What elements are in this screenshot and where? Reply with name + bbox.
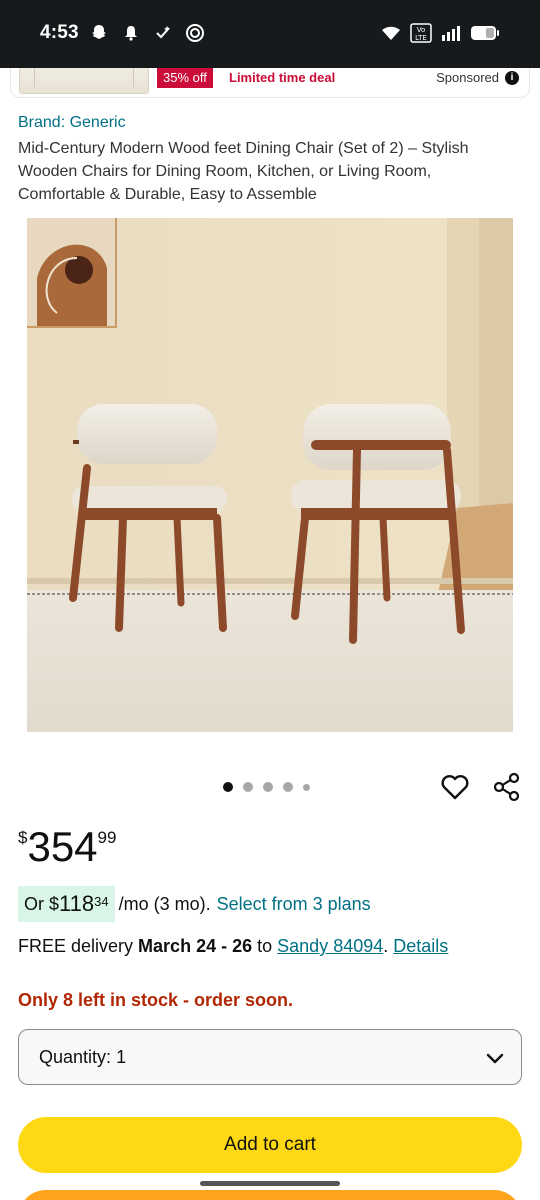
status-time: 4:53 <box>40 22 79 43</box>
sponsored-label[interactable]: Sponsored i <box>436 68 519 88</box>
snapchat-icon <box>88 22 110 44</box>
battery-icon <box>470 22 500 44</box>
product-price: $ 354 99 <box>18 824 116 870</box>
buy-now-button[interactable] <box>18 1190 522 1200</box>
svg-text:LTE: LTE <box>415 34 427 42</box>
installment-fraction: 34 <box>94 894 109 909</box>
delivery-prefix: FREE delivery <box>18 936 134 956</box>
select-plans-link[interactable]: Select from 3 plans <box>217 894 371 915</box>
bell-icon <box>120 22 142 44</box>
price-fraction: 99 <box>97 828 117 847</box>
delivery-row: FREE delivery March 24 - 26 to Sandy 840… <box>18 936 448 957</box>
quantity-label: Quantity: <box>39 1046 112 1067</box>
deal-label: Limited time deal <box>229 70 336 85</box>
home-indicator[interactable] <box>200 1181 340 1186</box>
quantity-value: 1 <box>116 1046 127 1067</box>
info-icon[interactable]: i <box>505 71 519 85</box>
installment-prefix: Or <box>24 893 44 914</box>
delivery-period: . <box>383 936 389 956</box>
cell-signal-icon <box>440 22 462 44</box>
installment-row: Or $118 34 /mo (3 mo). Select from 3 plan… <box>18 886 371 922</box>
delivery-location-link[interactable]: Sandy 84094 <box>277 936 383 956</box>
sponsored-text: Sponsored <box>436 70 499 85</box>
quantity-dropdown[interactable]: Quantity: 1 <box>18 1029 522 1085</box>
stock-message: Only 8 left in stock - order soon. <box>18 990 294 1010</box>
image-carousel-dots[interactable] <box>223 782 310 792</box>
discount-badge: 35% off <box>157 68 213 88</box>
add-to-cart-button[interactable]: Add to cart <box>18 1117 522 1173</box>
chevron-down-icon <box>486 1053 504 1064</box>
svg-text:Vo: Vo <box>417 26 426 34</box>
installment-amount: Or $118 34 <box>18 886 115 922</box>
sponsored-ad-thumbnail[interactable] <box>19 68 149 94</box>
volte-icon: Vo LTE <box>410 22 432 44</box>
carousel-dot-2[interactable] <box>243 782 253 792</box>
installment-suffix: /mo (3 mo). <box>118 893 211 914</box>
wifi-icon <box>380 22 402 44</box>
installment-whole: 118 <box>59 891 95 916</box>
product-title: Mid-Century Modern Wood feet Dining Chai… <box>18 140 469 203</box>
product-image[interactable] <box>27 218 513 732</box>
assistant-icon <box>152 22 174 44</box>
installment-symbol: $ <box>49 893 60 914</box>
notification-icons <box>88 22 206 44</box>
price-symbol: $ <box>18 828 28 847</box>
signal-app-icon <box>184 22 206 44</box>
delivery-to: to <box>257 936 273 956</box>
carousel-dot-1[interactable] <box>223 782 233 792</box>
status-bar: 4:53 Vo LTE <box>0 0 540 68</box>
share-icon[interactable] <box>492 772 522 802</box>
system-icons: Vo LTE <box>380 22 500 44</box>
carousel-dot-5[interactable] <box>303 783 310 791</box>
price-whole: 354 <box>27 823 98 870</box>
carousel-dot-3[interactable] <box>263 782 273 792</box>
delivery-details-link[interactable]: Details <box>393 936 448 956</box>
wishlist-heart-icon[interactable] <box>440 772 470 802</box>
sponsored-ad-banner[interactable]: 35% off Limited time deal Sponsored i <box>10 68 530 98</box>
carousel-dot-4[interactable] <box>283 782 293 792</box>
delivery-dates: March 24 - 26 <box>138 936 253 956</box>
brand-link[interactable]: Brand: Generic <box>18 114 126 132</box>
